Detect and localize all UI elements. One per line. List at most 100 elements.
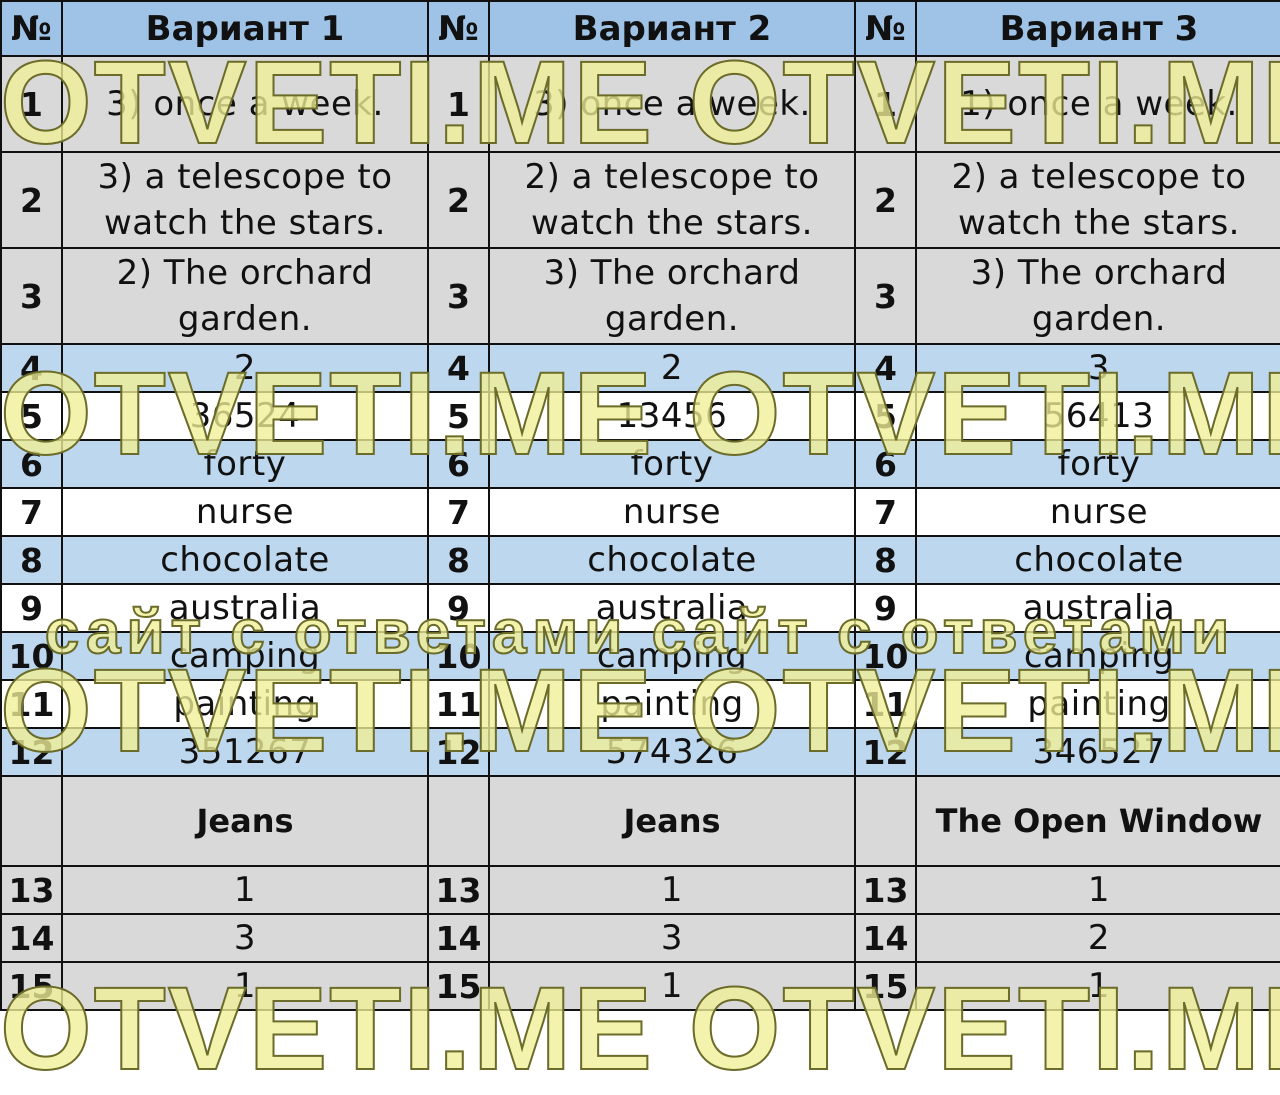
answer-cell: 1) once a week. <box>915 55 1280 153</box>
question-number: 6 <box>427 439 490 489</box>
answer-cell: 574326 <box>488 727 856 777</box>
question-number: 4 <box>427 343 490 393</box>
question-number: 15 <box>854 961 917 1011</box>
section-title-row: Jeans Jeans The Open Window <box>0 775 1280 867</box>
question-number: 13 <box>854 865 917 915</box>
answer-cell: australia <box>915 583 1280 633</box>
answer-cell: 3 <box>61 913 429 963</box>
answer-cell: 1 <box>915 961 1280 1011</box>
variant-2-header: Вариант 2 <box>488 0 856 57</box>
answer-cell: 351267 <box>61 727 429 777</box>
empty-number-cell <box>0 775 63 867</box>
question-number: 2 <box>0 151 63 249</box>
section-title: Jeans <box>61 775 429 867</box>
answer-cell: 3) The orchard garden. <box>915 247 1280 345</box>
answer-cell: nurse <box>61 487 429 537</box>
question-number: 12 <box>0 727 63 777</box>
answer-cell: 1 <box>915 865 1280 915</box>
answer-cell: 3) The orchard garden. <box>488 247 856 345</box>
answer-cell: camping <box>61 631 429 681</box>
question-number: 13 <box>0 865 63 915</box>
question-number: 7 <box>854 487 917 537</box>
question-number: 8 <box>427 535 490 585</box>
question-number: 11 <box>427 679 490 729</box>
question-number: 2 <box>854 151 917 249</box>
question-number: 4 <box>0 343 63 393</box>
question-number: 6 <box>0 439 63 489</box>
table-row: 5 36524 5 13456 5 56413 <box>0 391 1280 441</box>
answer-cell: 36524 <box>61 391 429 441</box>
answer-cell: 1 <box>488 961 856 1011</box>
question-number: 11 <box>854 679 917 729</box>
question-number: 9 <box>854 583 917 633</box>
answer-cell: nurse <box>488 487 856 537</box>
question-number: 4 <box>854 343 917 393</box>
answer-cell: 346527 <box>915 727 1280 777</box>
table-row: 14 3 14 3 14 2 <box>0 913 1280 963</box>
table-row: 1 3) once a week. 1 3) once a week. 1 1)… <box>0 55 1280 153</box>
answer-cell: 1 <box>61 961 429 1011</box>
question-number: 8 <box>854 535 917 585</box>
question-number: 2 <box>427 151 490 249</box>
question-number: 7 <box>427 487 490 537</box>
table-row: 3 2) The orchard garden. 3 3) The orchar… <box>0 247 1280 345</box>
answer-cell: forty <box>488 439 856 489</box>
answer-cell: 3) once a week. <box>488 55 856 153</box>
answer-cell: camping <box>915 631 1280 681</box>
question-number: 12 <box>427 727 490 777</box>
answer-cell: chocolate <box>488 535 856 585</box>
section-title: Jeans <box>488 775 856 867</box>
answer-cell: camping <box>488 631 856 681</box>
question-number: 5 <box>427 391 490 441</box>
question-number: 9 <box>0 583 63 633</box>
question-number: 9 <box>427 583 490 633</box>
answer-cell: forty <box>915 439 1280 489</box>
answer-cell: 2) The orchard garden. <box>61 247 429 345</box>
table-row: 2 3) a telescope to watch the stars. 2 2… <box>0 151 1280 249</box>
question-number: 14 <box>427 913 490 963</box>
table-row: 7 nurse 7 nurse 7 nurse <box>0 487 1280 537</box>
question-number: 1 <box>854 55 917 153</box>
table-row: 8 chocolate 8 chocolate 8 chocolate <box>0 535 1280 585</box>
table-row: 6 forty 6 forty 6 forty <box>0 439 1280 489</box>
answer-cell: chocolate <box>915 535 1280 585</box>
question-number: 1 <box>0 55 63 153</box>
question-number: 10 <box>0 631 63 681</box>
num-header: № <box>0 0 63 57</box>
table-row: 9 australia 9 australia 9 australia <box>0 583 1280 633</box>
header-row: № Вариант 1 № Вариант 2 № Вариант 3 <box>0 0 1280 57</box>
answer-cell: 1 <box>488 865 856 915</box>
answer-cell: 2 <box>488 343 856 393</box>
answer-cell: 3) once a week. <box>61 55 429 153</box>
question-number: 5 <box>854 391 917 441</box>
question-number: 8 <box>0 535 63 585</box>
question-number: 12 <box>854 727 917 777</box>
answer-cell: 2) a telescope to watch the stars. <box>488 151 856 249</box>
answers-table: № Вариант 1 № Вариант 2 № Вариант 3 1 3)… <box>0 0 1280 1011</box>
answer-cell: 3 <box>488 913 856 963</box>
answer-cell: australia <box>488 583 856 633</box>
question-number: 13 <box>427 865 490 915</box>
variant-3-header: Вариант 3 <box>915 0 1280 57</box>
answer-cell: nurse <box>915 487 1280 537</box>
table-row: 11 painting 11 painting 11 painting <box>0 679 1280 729</box>
answer-cell: 2 <box>915 913 1280 963</box>
question-number: 14 <box>0 913 63 963</box>
question-number: 11 <box>0 679 63 729</box>
question-number: 3 <box>427 247 490 345</box>
answer-cell: 1 <box>61 865 429 915</box>
answer-cell: chocolate <box>61 535 429 585</box>
question-number: 5 <box>0 391 63 441</box>
answer-cell: 2) a telescope to watch the stars. <box>915 151 1280 249</box>
answer-cell: 2 <box>61 343 429 393</box>
table-row: 4 2 4 2 4 3 <box>0 343 1280 393</box>
answer-cell: painting <box>61 679 429 729</box>
question-number: 1 <box>427 55 490 153</box>
question-number: 7 <box>0 487 63 537</box>
answer-cell: forty <box>61 439 429 489</box>
question-number: 10 <box>854 631 917 681</box>
answer-cell: painting <box>488 679 856 729</box>
answer-cell: australia <box>61 583 429 633</box>
answer-cell: 13456 <box>488 391 856 441</box>
answer-cell: 56413 <box>915 391 1280 441</box>
